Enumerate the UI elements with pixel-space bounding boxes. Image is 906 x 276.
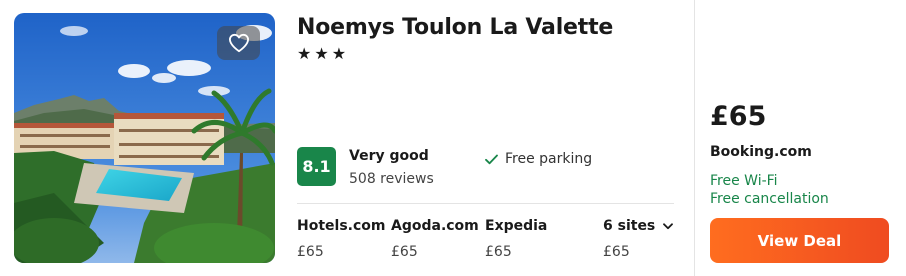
review-count[interactable]: 508 reviews [349, 171, 434, 187]
hotel-name[interactable]: Noemys Toulon La Valette [297, 15, 613, 40]
deal-feature-cancellation: Free cancellation [710, 191, 829, 207]
more-sites-label: 6 sites [603, 218, 656, 234]
hotel-result-card: Noemys Toulon La Valette ★★★ 8.1 Very go… [0, 0, 906, 276]
more-sites-dropdown[interactable]: 6 sites £65 [603, 218, 674, 260]
heart-outline-icon [228, 33, 249, 53]
amenity-free-parking: Free parking [485, 151, 592, 167]
rating-score-badge: 8.1 [297, 147, 336, 186]
view-deal-button[interactable]: View Deal [710, 218, 889, 263]
more-sites-toggle[interactable]: 6 sites [603, 218, 674, 234]
chevron-down-icon [663, 222, 674, 229]
site-price: £65 [485, 244, 512, 260]
site-price: £65 [297, 244, 324, 260]
amenity-label: Free parking [505, 151, 593, 167]
site-price-agoda-com[interactable]: Agoda.com £65 [391, 218, 479, 260]
more-sites-price: £65 [603, 244, 630, 260]
deal-provider: Booking.com [710, 144, 812, 160]
checkmark-icon [485, 154, 498, 164]
site-name: Expedia [485, 218, 548, 234]
site-name: Hotels.com [297, 218, 386, 234]
divider [297, 203, 674, 204]
favorite-button[interactable] [217, 26, 260, 60]
site-price-hotels-com[interactable]: Hotels.com £65 [297, 218, 385, 260]
site-name: Agoda.com [391, 218, 479, 234]
site-price-expedia[interactable]: Expedia £65 [485, 218, 547, 260]
star-rating: ★★★ [297, 44, 350, 63]
deal-price: £65 [710, 101, 767, 132]
deal-feature-wifi: Free Wi-Fi [710, 173, 778, 189]
rating-label: Very good [349, 148, 429, 164]
column-divider [694, 0, 695, 276]
site-price: £65 [391, 244, 418, 260]
